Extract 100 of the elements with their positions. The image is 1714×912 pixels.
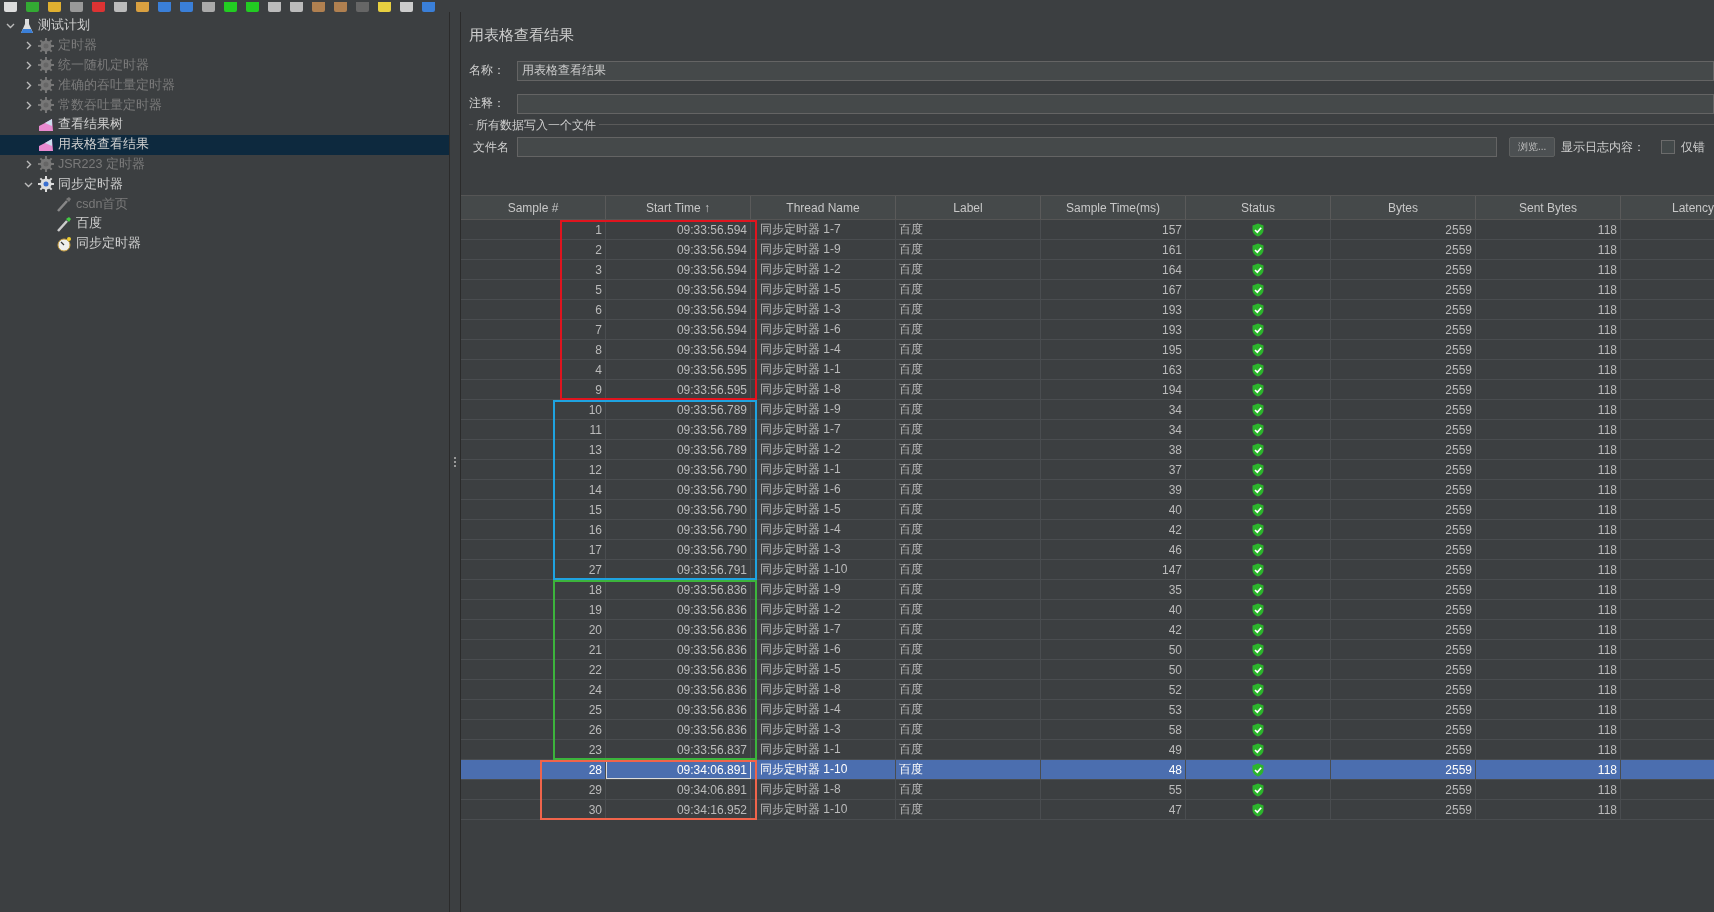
table-row[interactable]: 18 09:33:56.836 同步定时器 1-9 百度 35 2559 118 [461, 580, 1714, 600]
table-row[interactable]: 26 09:33:56.836 同步定时器 1-3 百度 58 2559 118 [461, 720, 1714, 740]
table-cell: 2 [595, 242, 602, 257]
table-cell: 118 [1597, 442, 1617, 457]
table-cell: 118 [1597, 382, 1617, 397]
table-cell: 35 [1168, 582, 1182, 597]
table-row[interactable]: 14 09:33:56.790 同步定时器 1-6 百度 39 2559 118 [461, 480, 1714, 500]
table-row[interactable]: 15 09:33:56.790 同步定时器 1-5 百度 40 2559 118 [461, 500, 1714, 520]
table-cell: 118 [1597, 402, 1617, 417]
table-cell: 09:33:56.790 [676, 482, 747, 497]
table-cell: 2559 [1445, 662, 1472, 677]
table-cell: 同步定时器 1-5 [760, 281, 841, 298]
table-cell: 17 [588, 542, 602, 557]
table-cell: 百度 [899, 601, 923, 618]
column-header[interactable]: Sample Time(ms) [1041, 196, 1186, 219]
table-cell: 2559 [1445, 462, 1472, 477]
table-cell: 118 [1597, 742, 1617, 757]
table-row[interactable]: 8 09:33:56.594 同步定时器 1-4 百度 195 2559 118 [461, 340, 1714, 360]
column-header[interactable]: Latency [1621, 196, 1714, 219]
splitter-handle[interactable] [454, 457, 456, 467]
table-cell: 118 [1597, 562, 1617, 577]
table-row[interactable]: 25 09:33:56.836 同步定时器 1-4 百度 53 2559 118 [461, 700, 1714, 720]
table-cell: 14 [588, 482, 602, 497]
table-row[interactable]: 6 09:33:56.594 同步定时器 1-3 百度 193 2559 118 [461, 300, 1714, 320]
table-cell: 同步定时器 1-2 [760, 601, 841, 618]
table-row[interactable]: 11 09:33:56.789 同步定时器 1-7 百度 34 2559 118 [461, 420, 1714, 440]
comment-field[interactable] [517, 93, 1714, 114]
column-header[interactable]: Thread Name [751, 196, 896, 219]
table-cell: 09:33:56.595 [676, 362, 747, 377]
table-cell: 09:33:56.594 [676, 262, 747, 277]
table-row[interactable]: 22 09:33:56.836 同步定时器 1-5 百度 50 2559 118 [461, 660, 1714, 680]
gear-icon [38, 57, 54, 74]
column-header[interactable]: Bytes [1331, 196, 1476, 219]
tree-item[interactable]: 测试计划 [0, 16, 449, 36]
table-row[interactable]: 30 09:34:16.952 同步定时器 1-10 百度 47 2559 118 [461, 800, 1714, 820]
table-row[interactable]: 1 09:33:56.594 同步定时器 1-7 百度 157 2559 118 [461, 220, 1714, 240]
table-row[interactable]: 4 09:33:56.595 同步定时器 1-1 百度 163 2559 118 [461, 360, 1714, 380]
table-cell: 48 [1168, 762, 1182, 777]
table-cell: 同步定时器 1-2 [760, 261, 841, 278]
table-cell: 09:33:56.594 [676, 222, 747, 237]
tree-item[interactable]: 同步定时器 [0, 174, 449, 195]
table-cell: 28 [588, 762, 602, 777]
table-row[interactable]: 9 09:33:56.595 同步定时器 1-8 百度 194 2559 118 [461, 380, 1714, 400]
table-cell: 同步定时器 1-5 [760, 501, 841, 518]
table-row[interactable]: 27 09:33:56.791 同步定时器 1-10 百度 147 2559 118 [461, 560, 1714, 580]
table-row[interactable]: 10 09:33:56.789 同步定时器 1-9 百度 34 2559 118 [461, 400, 1714, 420]
table-cell: 09:33:56.836 [676, 702, 747, 717]
table-cell: 40 [1168, 602, 1182, 617]
table-cell: 同步定时器 1-8 [760, 681, 841, 698]
table-cell: 同步定时器 1-7 [760, 221, 841, 238]
column-header[interactable]: Label [896, 196, 1041, 219]
column-header[interactable]: Sent Bytes [1476, 196, 1621, 219]
table-row[interactable]: 3 09:33:56.594 同步定时器 1-2 百度 164 2559 118 [461, 260, 1714, 280]
table-row[interactable]: 20 09:33:56.836 同步定时器 1-7 百度 42 2559 118 [461, 620, 1714, 640]
table-cell: 118 [1597, 782, 1617, 797]
table-row[interactable]: 21 09:33:56.836 同步定时器 1-6 百度 50 2559 118 [461, 640, 1714, 660]
table-cell: 百度 [899, 401, 923, 418]
table-cell: 147 [1161, 562, 1182, 577]
table-row[interactable]: 12 09:33:56.790 同步定时器 1-1 百度 37 2559 118 [461, 460, 1714, 480]
browse-button[interactable]: 浏览... [1509, 137, 1556, 157]
section-title: 所有数据写入一个文件 [473, 117, 599, 134]
table-row[interactable]: 2 09:33:56.594 同步定时器 1-9 百度 161 2559 118 [461, 240, 1714, 260]
table-cell: 百度 [899, 461, 923, 478]
table-cell: 09:33:56.594 [676, 282, 747, 297]
table-cell: 09:33:56.836 [676, 662, 747, 677]
table-row[interactable]: 17 09:33:56.790 同步定时器 1-3 百度 46 2559 118 [461, 540, 1714, 560]
name-field[interactable]: 用表格查看结果 [517, 60, 1714, 81]
column-header[interactable]: Status [1186, 196, 1331, 219]
table-cell: 11 [589, 422, 602, 437]
table-row[interactable]: 24 09:33:56.836 同步定时器 1-8 百度 52 2559 118 [461, 680, 1714, 700]
table-cell: 42 [1168, 622, 1182, 637]
table-cell: 2559 [1445, 442, 1472, 457]
tree-item[interactable]: 查看结果树 [0, 115, 449, 135]
table-cell: 10 [588, 402, 602, 417]
table-row[interactable]: 7 09:33:56.594 同步定时器 1-6 百度 193 2559 118 [461, 320, 1714, 340]
table-cell: 2559 [1445, 302, 1472, 317]
table-row[interactable]: 29 09:34:06.891 同步定时器 1-8 百度 55 2559 118 [461, 780, 1714, 800]
table-cell: 百度 [899, 641, 923, 658]
table-row[interactable]: 28 09:34:06.891 同步定时器 1-10 百度 48 2559 118 [461, 760, 1714, 780]
table-row[interactable]: 16 09:33:56.790 同步定时器 1-4 百度 42 2559 118 [461, 520, 1714, 540]
table-cell: 15 [588, 502, 602, 517]
table-cell: 2559 [1445, 622, 1472, 637]
table-row[interactable]: 13 09:33:56.789 同步定时器 1-2 百度 38 2559 118 [461, 440, 1714, 460]
table-cell: 40 [1168, 502, 1182, 517]
table-cell: 34 [1168, 422, 1182, 437]
table-cell: 同步定时器 1-8 [760, 381, 841, 398]
column-header[interactable]: Sample # [461, 196, 606, 219]
tree-item[interactable]: 用表格查看结果 [0, 134, 449, 155]
filename-field[interactable] [517, 137, 1497, 157]
table-cell: 同步定时器 1-10 [760, 561, 848, 578]
table-cell: 29 [588, 782, 602, 797]
chevron-down-icon[interactable] [5, 21, 15, 31]
tree-item[interactable]: 百度 [0, 213, 449, 234]
table-row[interactable]: 19 09:33:56.836 同步定时器 1-2 百度 40 2559 118 [461, 600, 1714, 620]
table-row[interactable]: 5 09:33:56.594 同步定时器 1-5 百度 167 2559 118 [461, 280, 1714, 300]
table-cell: 118 [1597, 642, 1617, 657]
table-cell: 46 [1168, 542, 1182, 557]
checkbox[interactable] [1661, 140, 1676, 154]
column-header[interactable]: Start Time ↑ [606, 196, 751, 219]
tree-item[interactable]: 同步定时器 [0, 233, 449, 254]
